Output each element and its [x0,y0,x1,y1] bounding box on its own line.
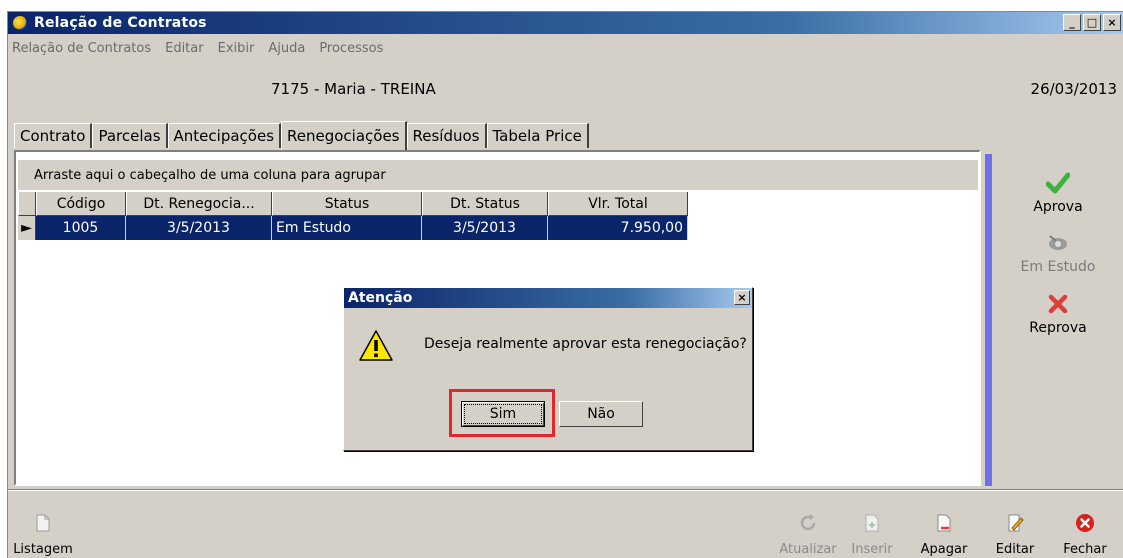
minimize-button[interactable]: _ [1063,14,1081,31]
reprova-button[interactable]: Reprova [1000,293,1116,336]
confirm-dialog: Atenção × Deseja realmente aprovar esta … [343,287,753,451]
tab-contrato[interactable]: Contrato [14,123,93,148]
window-controls: _ □ × [1063,14,1121,31]
apagar-label: Apagar [920,542,968,557]
cell-dt-renegociacao[interactable]: 3/5/2013 [126,216,272,240]
em-estudo-label: Em Estudo [1020,259,1096,275]
apagar-button[interactable]: Apagar [914,513,974,557]
inserir-label: Inserir [851,542,893,557]
menu-bar: Relação de Contratos Editar Exibir Ajuda… [8,37,1123,59]
aprova-button[interactable]: Aprova [1000,172,1116,215]
reprova-label: Reprova [1029,320,1087,336]
contract-header: 7175 - Maria - TREINA 26/03/2013 [8,76,1123,100]
cell-dt-status[interactable]: 3/5/2013 [422,216,548,240]
maximize-button[interactable]: □ [1083,14,1101,31]
listagem-label: Listagem [13,542,73,557]
dialog-title-bar[interactable]: Atenção × [344,288,752,308]
current-date: 26/03/2013 [1030,80,1117,98]
dialog-message: Deseja realmente aprovar esta renegociaç… [424,336,747,352]
sim-button[interactable]: Sim [461,401,545,427]
toolbar-separator [8,489,1123,491]
column-header-vlr-total[interactable]: Vlr. Total [548,192,688,216]
tab-strip: Contrato Parcelas Antecipações Renegocia… [14,121,589,150]
aprova-label: Aprova [1033,199,1083,215]
em-estudo-button[interactable]: Em Estudo [1000,232,1116,275]
window-title: Relação de Contratos [34,15,207,31]
group-by-area[interactable]: Arraste aqui o cabeçalho de uma coluna p… [18,160,978,190]
main-window: Relação de Contratos _ □ × Relação de Co… [7,11,1123,558]
tab-tabela-price[interactable]: Tabela Price [486,123,589,148]
menu-exibir[interactable]: Exibir [218,41,255,56]
menu-editar[interactable]: Editar [165,41,204,56]
menu-processos[interactable]: Processos [319,41,383,56]
header-indicator [18,192,36,216]
nao-button[interactable]: Não [559,401,643,427]
refresh-icon [800,514,816,531]
eye-study-icon [1049,235,1067,250]
warning-icon [359,330,393,361]
close-window-button[interactable]: × [1103,14,1121,31]
listagem-button[interactable]: Listagem [8,513,78,557]
close-circle-icon [1076,514,1094,532]
title-bar[interactable]: Relação de Contratos _ □ × [8,12,1123,34]
delete-document-icon [937,514,951,532]
app-logo-icon [12,15,28,31]
column-header-dt-renegociacao[interactable]: Dt. Renegocia... [126,192,272,216]
splitter-bar[interactable] [985,154,992,486]
dialog-title: Atenção [348,290,413,306]
editar-label: Editar [995,542,1035,557]
grid-header: Código Dt. Renegocia... Status Dt. Statu… [18,192,688,216]
atualizar-label: Atualizar [779,542,837,557]
inserir-button[interactable]: Inserir [844,513,900,557]
tab-renegociacoes[interactable]: Renegociações [281,121,407,150]
fechar-button[interactable]: Fechar [1058,513,1112,557]
x-reject-icon [1048,294,1068,314]
cell-codigo[interactable]: 1005 [36,216,126,240]
column-header-codigo[interactable]: Código [36,192,126,216]
table-row[interactable]: ► 1005 3/5/2013 Em Estudo 3/5/2013 7.950… [18,216,688,240]
tab-residuos[interactable]: Resíduos [406,123,487,148]
menu-relacao-contratos[interactable]: Relação de Contratos [12,41,151,56]
dialog-close-button[interactable]: × [734,290,750,305]
tab-parcelas[interactable]: Parcelas [92,123,168,148]
column-header-status[interactable]: Status [272,192,422,216]
cell-vlr-total[interactable]: 7.950,00 [548,216,688,240]
tab-antecipacoes[interactable]: Antecipações [167,123,282,148]
column-header-dt-status[interactable]: Dt. Status [422,192,548,216]
insert-document-icon [865,514,879,532]
bottom-toolbar: Listagem Atualizar Inserir Apagar Editar… [8,493,1123,558]
row-indicator-icon: ► [18,216,36,240]
atualizar-button[interactable]: Atualizar [778,513,838,557]
fechar-label: Fechar [1063,542,1107,557]
checkmark-icon [1045,172,1071,194]
document-icon [36,514,50,532]
editar-button[interactable]: Editar [991,513,1039,557]
cell-status[interactable]: Em Estudo [272,216,422,240]
client-label: 7175 - Maria - TREINA [271,80,436,98]
edit-pencil-icon [1008,514,1024,532]
menu-ajuda[interactable]: Ajuda [268,41,305,56]
